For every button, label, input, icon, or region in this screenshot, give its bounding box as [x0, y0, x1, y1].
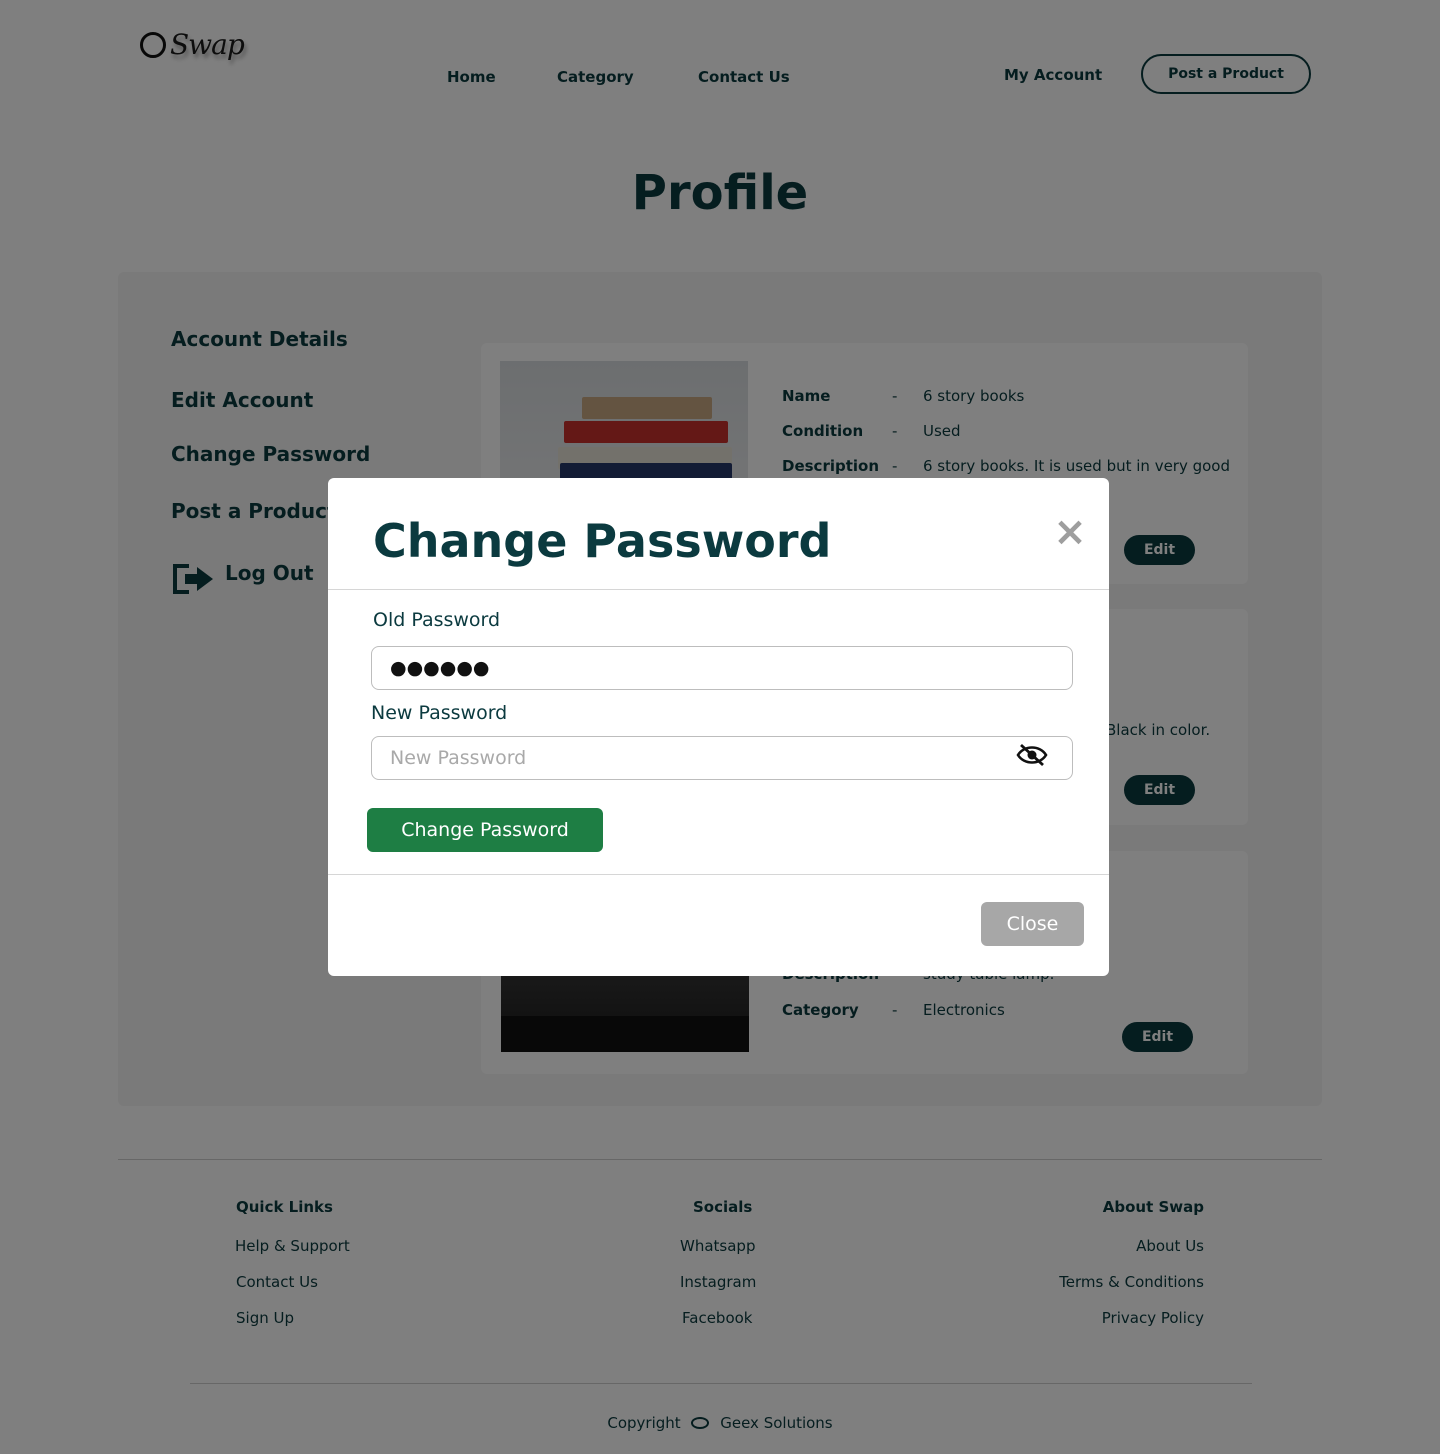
old-password-field[interactable]: [371, 646, 1073, 690]
close-icon[interactable]: ×: [1050, 512, 1090, 552]
new-password-label: New Password: [371, 702, 508, 724]
old-password-label: Old Password: [373, 609, 501, 631]
modal-title: Change Password: [373, 514, 832, 568]
new-password-field[interactable]: [371, 736, 1073, 780]
eye-slash-icon[interactable]: [1016, 743, 1048, 767]
modal-header-divider: [328, 589, 1109, 590]
change-password-submit-button[interactable]: Change Password: [367, 808, 603, 852]
change-password-modal: Change Password × Old Password New Passw…: [328, 478, 1109, 976]
modal-footer-divider: [328, 874, 1109, 875]
modal-close-button[interactable]: Close: [981, 902, 1084, 946]
